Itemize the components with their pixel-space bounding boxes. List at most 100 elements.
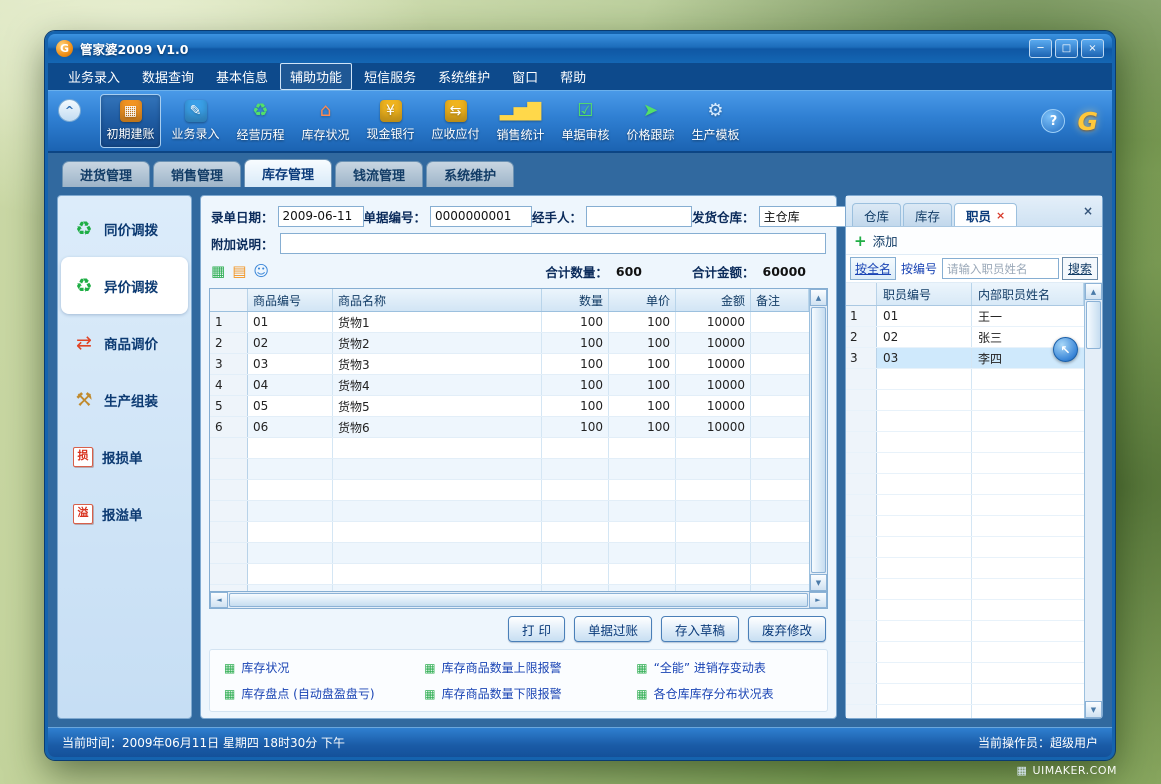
staff-row[interactable] bbox=[846, 390, 1084, 411]
quick-link-inventory-status[interactable]: ▦库存状况 bbox=[224, 659, 424, 676]
staff-row[interactable]: 303李四 bbox=[846, 348, 1084, 369]
staff-row[interactable]: 202张三 bbox=[846, 327, 1084, 348]
items-vertical-scrollbar[interactable]: ▲ ▼ bbox=[809, 289, 827, 591]
toolbar-initial-setup-button[interactable]: ▦初期建账 bbox=[100, 94, 161, 148]
quick-link-stock-count[interactable]: ▦库存盘点 (自动盘盈盘亏) bbox=[224, 685, 424, 702]
staff-search-input[interactable] bbox=[942, 258, 1059, 279]
items-table-row[interactable]: 606货物610010010000 bbox=[210, 417, 809, 438]
maximize-button[interactable]: □ bbox=[1055, 39, 1078, 58]
close-button[interactable]: × bbox=[1081, 39, 1104, 58]
staff-row[interactable] bbox=[846, 705, 1084, 718]
toolbar-cash-bank-button[interactable]: ¥现金银行 bbox=[360, 94, 421, 148]
quick-link-stock-lower-limit-alert[interactable]: ▦库存商品数量下限报警 bbox=[424, 685, 636, 702]
toolbar-inventory-status-button[interactable]: ⌂库存状况 bbox=[295, 94, 356, 148]
toolbar-document-audit-button[interactable]: ☑单据审核 bbox=[555, 94, 616, 148]
quick-link-almighty-invoicing-change-table[interactable]: ▦“全能” 进销存变动表 bbox=[636, 659, 813, 676]
quick-link-stock-upper-limit-alert[interactable]: ▦库存商品数量上限报警 bbox=[424, 659, 636, 676]
tab-close-icon[interactable]: × bbox=[996, 209, 1005, 222]
grid-table-icon[interactable]: ▦ bbox=[211, 262, 225, 280]
print-button[interactable]: 打 印 bbox=[508, 616, 565, 642]
staff-row[interactable] bbox=[846, 684, 1084, 705]
staff-column-header[interactable]: 职员编号 bbox=[877, 283, 972, 305]
sidebar-item-same-price-transfer[interactable]: ♻同价调拨 bbox=[58, 200, 191, 257]
staff-row[interactable] bbox=[846, 600, 1084, 621]
filter-by-name-button[interactable]: 按全名 bbox=[850, 257, 896, 280]
staff-column-header[interactable]: 内部职员姓名 bbox=[972, 283, 1084, 305]
tab-sales-management[interactable]: 销售管理 bbox=[153, 161, 241, 187]
menu-item-help-menu[interactable]: 帮助 bbox=[550, 63, 596, 90]
menu-item-auxiliary-functions[interactable]: 辅助功能 bbox=[280, 63, 352, 90]
menu-item-system-maintenance[interactable]: 系统维护 bbox=[428, 63, 500, 90]
items-table-row[interactable] bbox=[210, 438, 809, 459]
tab-inventory-management[interactable]: 库存管理 bbox=[244, 159, 332, 187]
menu-item-basic-info[interactable]: 基本信息 bbox=[206, 63, 278, 90]
collapse-toolbar-button[interactable]: ^ bbox=[58, 99, 81, 122]
panel-close-icon[interactable]: × bbox=[1080, 204, 1096, 221]
items-table-row[interactable] bbox=[210, 585, 809, 591]
toolbar-business-history-button[interactable]: ♻经营历程 bbox=[230, 94, 291, 148]
scroll-left-icon[interactable]: ◄ bbox=[210, 592, 228, 608]
horizontal-scroll-thumb[interactable] bbox=[229, 593, 808, 607]
items-table-row[interactable] bbox=[210, 501, 809, 522]
toolbar-receivables-payables-button[interactable]: ⇆应收应付 bbox=[425, 94, 486, 148]
quick-link-warehouse-distribution-table[interactable]: ▦各仓库库存分布状况表 bbox=[636, 685, 813, 702]
staff-row[interactable] bbox=[846, 537, 1084, 558]
tab-cashflow-management[interactable]: 钱流管理 bbox=[335, 161, 423, 187]
sidebar-item-loss-report[interactable]: 损报损单 bbox=[58, 428, 191, 485]
sidebar-item-diff-price-transfer[interactable]: ♻异价调拨 bbox=[61, 257, 188, 314]
doc-no-input[interactable] bbox=[430, 206, 532, 227]
add-staff-row[interactable]: + 添加 bbox=[846, 227, 1102, 255]
staff-row[interactable] bbox=[846, 663, 1084, 684]
toolbar-business-entry-button[interactable]: ✎业务录入 bbox=[165, 94, 226, 148]
staff-row[interactable] bbox=[846, 558, 1084, 579]
tab-purchase-management[interactable]: 进货管理 bbox=[62, 161, 150, 187]
post-document-button[interactable]: 单据过账 bbox=[574, 616, 652, 642]
save-draft-button[interactable]: 存入草稿 bbox=[661, 616, 739, 642]
panel-tab-warehouse[interactable]: 仓库 bbox=[852, 203, 901, 226]
menu-item-sms-service[interactable]: 短信服务 bbox=[354, 63, 426, 90]
sidebar-item-product-price-adjust[interactable]: ⇄商品调价 bbox=[58, 314, 191, 371]
staff-row[interactable] bbox=[846, 516, 1084, 537]
staff-row[interactable] bbox=[846, 432, 1084, 453]
items-table-row[interactable]: 303货物310010010000 bbox=[210, 354, 809, 375]
staff-row[interactable] bbox=[846, 621, 1084, 642]
sidebar-item-production-assembly[interactable]: ⚒生产组装 bbox=[58, 371, 191, 428]
handler-input[interactable] bbox=[586, 206, 692, 227]
scroll-down-icon[interactable]: ▼ bbox=[810, 574, 827, 591]
items-column-header[interactable]: 金额 bbox=[676, 289, 751, 311]
search-button[interactable]: 搜索 bbox=[1062, 257, 1098, 280]
scroll-up-icon[interactable]: ▲ bbox=[810, 289, 827, 306]
staff-row[interactable] bbox=[846, 495, 1084, 516]
items-table-row[interactable]: 101货物110010010000 bbox=[210, 312, 809, 333]
staff-row[interactable] bbox=[846, 453, 1084, 474]
staff-row[interactable]: 101王一 bbox=[846, 306, 1084, 327]
discard-changes-button[interactable]: 废弃修改 bbox=[748, 616, 826, 642]
items-horizontal-scrollbar[interactable]: ◄ ► bbox=[209, 592, 828, 609]
help-icon[interactable]: ? bbox=[1041, 109, 1065, 133]
items-column-header[interactable]: 备注 bbox=[751, 289, 809, 311]
date-input[interactable] bbox=[278, 206, 364, 227]
staff-row[interactable] bbox=[846, 369, 1084, 390]
vertical-scroll-thumb[interactable] bbox=[811, 307, 826, 573]
sidebar-item-overflow-report[interactable]: 溢报溢单 bbox=[58, 485, 191, 542]
title-bar[interactable]: G 管家婆2009 V1.0 ─ □ × bbox=[48, 34, 1112, 63]
items-column-header[interactable]: 商品名称 bbox=[333, 289, 542, 311]
items-column-header[interactable]: 数量 bbox=[542, 289, 609, 311]
staff-row[interactable] bbox=[846, 411, 1084, 432]
toolbar-sales-statistics-button[interactable]: ▂▅▇销售统计 bbox=[490, 94, 551, 148]
items-table-row[interactable]: 505货物510010010000 bbox=[210, 396, 809, 417]
items-table-row[interactable]: 404货物410010010000 bbox=[210, 375, 809, 396]
panel-tab-staff[interactable]: 职员× bbox=[954, 203, 1017, 226]
menu-item-data-query[interactable]: 数据查询 bbox=[132, 63, 204, 90]
staff-row[interactable] bbox=[846, 642, 1084, 663]
toolbar-production-template-button[interactable]: ⚙生产模板 bbox=[685, 94, 746, 148]
filter-by-code-button[interactable]: 按编号 bbox=[899, 260, 939, 277]
toolbar-price-tracking-button[interactable]: ➤价格跟踪 bbox=[620, 94, 681, 148]
minimize-button[interactable]: ─ bbox=[1029, 39, 1052, 58]
staff-picker-icon[interactable]: ☺ bbox=[253, 262, 269, 280]
staff-scroll-thumb[interactable] bbox=[1086, 301, 1101, 349]
items-table-row[interactable] bbox=[210, 543, 809, 564]
scroll-right-icon[interactable]: ► bbox=[809, 592, 827, 608]
items-column-header[interactable]: 商品编号 bbox=[248, 289, 333, 311]
staff-vertical-scrollbar[interactable]: ▲ ▼ bbox=[1084, 283, 1102, 718]
